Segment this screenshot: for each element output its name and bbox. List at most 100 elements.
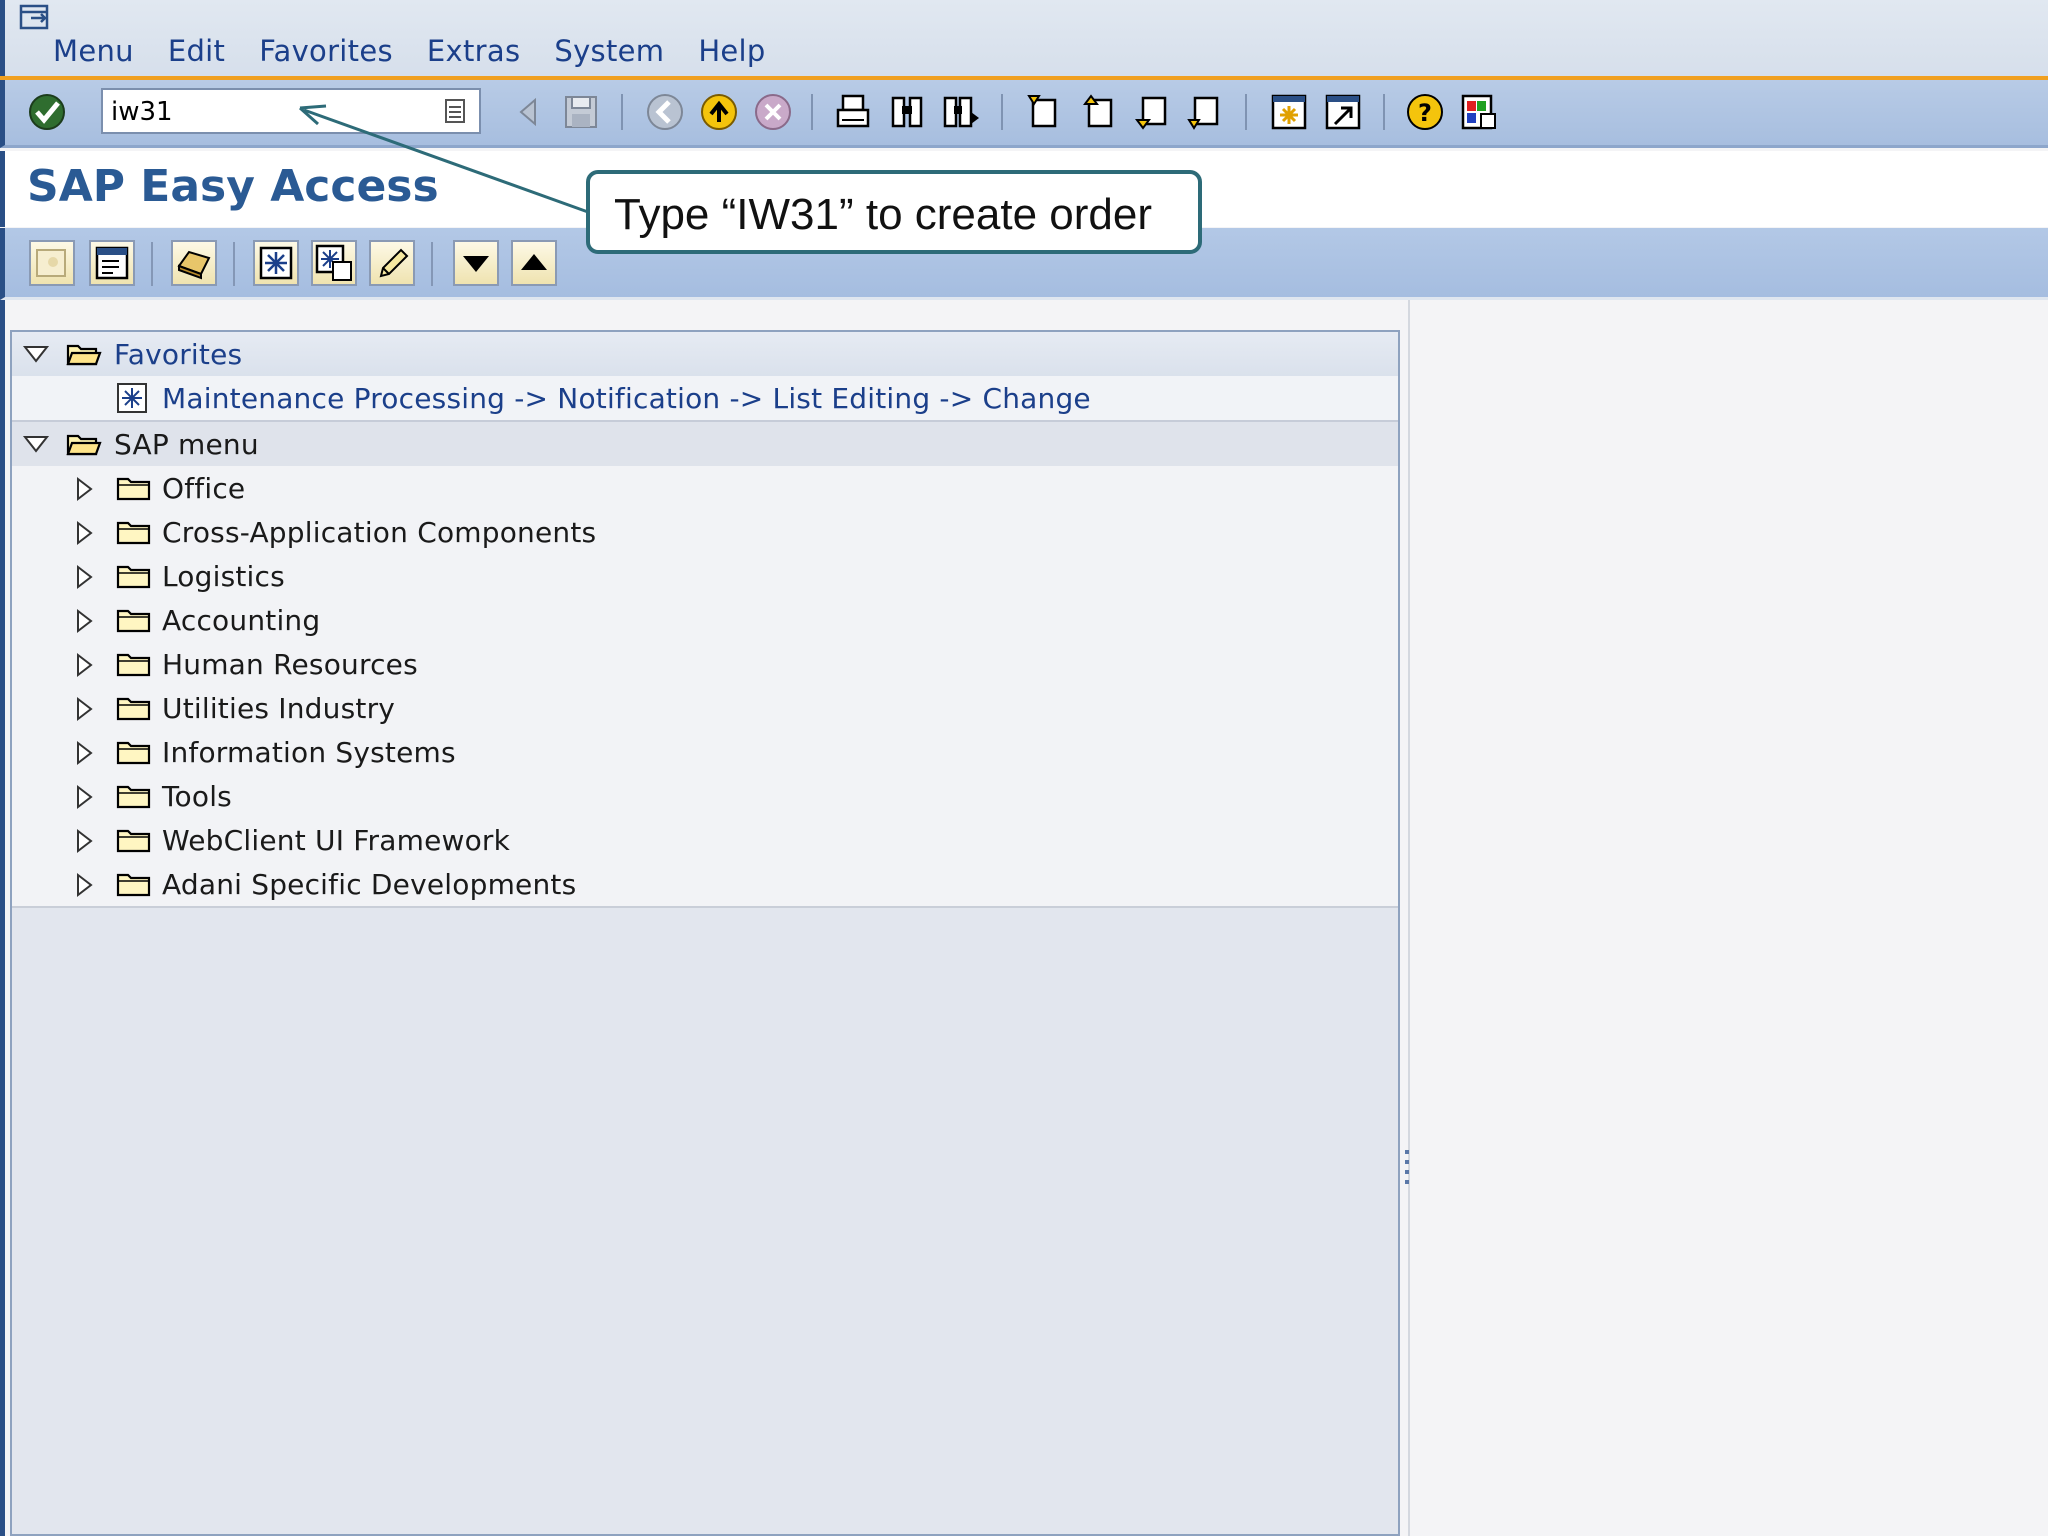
add-to-favorites-button[interactable] xyxy=(253,240,299,286)
menu-item-edit[interactable]: Edit xyxy=(168,34,225,68)
triangle-up-icon xyxy=(521,254,547,270)
expand-triangle-icon[interactable] xyxy=(74,828,94,854)
menu-item-extras[interactable]: Extras xyxy=(427,34,520,68)
toolbar-separator xyxy=(431,242,433,286)
expand-triangle-icon[interactable] xyxy=(74,564,94,590)
callout-text: Type “IW31” to create order xyxy=(614,190,1152,239)
folder-icon xyxy=(116,829,151,853)
tree-node-label: Utilities Industry xyxy=(162,692,396,725)
sap-business-workplace-button[interactable] xyxy=(171,240,217,286)
splitter-handle-icon[interactable] xyxy=(1404,1148,1410,1192)
pencil-icon xyxy=(379,248,409,278)
exit-icon[interactable] xyxy=(699,92,739,132)
back-arrow-icon[interactable] xyxy=(507,92,547,132)
tree-node-sap-item[interactable]: Human Resources xyxy=(12,642,1398,686)
tree-node-label: Information Systems xyxy=(162,736,456,769)
toolbar-separator xyxy=(233,242,235,286)
tree-node-sap-item[interactable]: Accounting xyxy=(12,598,1398,642)
folder-icon xyxy=(116,741,151,765)
page-title: SAP Easy Access xyxy=(27,161,439,212)
toolbar-separator xyxy=(1001,94,1003,130)
expand-triangle-icon[interactable] xyxy=(74,740,94,766)
next-page-icon[interactable] xyxy=(1131,92,1171,132)
move-down-button[interactable] xyxy=(453,240,499,286)
tree-node-label: Adani Specific Developments xyxy=(162,868,577,901)
folder-icon xyxy=(116,477,151,501)
toolbar-separator xyxy=(811,94,813,130)
menu-item-favorites[interactable]: Favorites xyxy=(259,34,393,68)
find-next-icon[interactable] xyxy=(941,92,981,132)
svg-text:?: ? xyxy=(1418,99,1432,127)
previous-page-icon[interactable] xyxy=(1077,92,1117,132)
favorites-label: Favorites xyxy=(114,338,243,371)
customize-layout-icon[interactable] xyxy=(1459,92,1499,132)
sap-menu-label: SAP menu xyxy=(114,428,259,461)
menu-item-help[interactable]: Help xyxy=(698,34,765,68)
edit-favorites-button[interactable] xyxy=(369,240,415,286)
last-page-icon[interactable] xyxy=(1185,92,1225,132)
enter-check-icon[interactable] xyxy=(27,92,67,132)
tree-node-sap-menu[interactable]: SAP menu xyxy=(12,420,1398,468)
tree-node-sap-item[interactable]: Tools xyxy=(12,774,1398,818)
collapse-triangle-icon[interactable] xyxy=(22,344,50,364)
tree-node-label: WebClient UI Framework xyxy=(162,824,511,857)
tree-node-favorites[interactable]: Favorites xyxy=(12,332,1398,378)
tree-node-sap-item[interactable]: Adani Specific Developments xyxy=(12,862,1398,906)
instruction-callout: Type “IW31” to create order xyxy=(586,170,1202,254)
inbox-icon xyxy=(177,250,211,280)
expand-triangle-icon[interactable] xyxy=(74,872,94,898)
favorite-item-label: Maintenance Processing -> Notification -… xyxy=(162,382,1091,415)
back-icon[interactable] xyxy=(645,92,685,132)
folder-icon xyxy=(116,697,151,721)
help-icon[interactable]: ? xyxy=(1405,92,1445,132)
expand-triangle-icon[interactable] xyxy=(74,696,94,722)
menu-item-menu[interactable]: Menu xyxy=(53,34,134,68)
change-favorites-button[interactable] xyxy=(311,240,357,286)
tree-node-sap-item[interactable]: Utilities Industry xyxy=(12,686,1398,730)
folder-icon xyxy=(116,565,151,589)
menu-bar: Menu Edit Favorites Extras System Help xyxy=(0,0,2048,76)
folder-icon xyxy=(116,609,151,633)
print-icon[interactable] xyxy=(833,92,873,132)
command-field[interactable] xyxy=(101,88,481,134)
tree-node-sap-item[interactable]: WebClient UI Framework xyxy=(12,818,1398,862)
cancel-icon[interactable] xyxy=(753,92,793,132)
create-session-icon[interactable] xyxy=(1269,92,1309,132)
folder-icon xyxy=(116,521,151,545)
first-page-icon[interactable] xyxy=(1023,92,1063,132)
system-menu-icon[interactable] xyxy=(15,2,55,32)
toolbar-separator xyxy=(1383,94,1385,130)
tree-node-label: Accounting xyxy=(162,604,321,637)
expand-triangle-icon[interactable] xyxy=(74,520,94,546)
folder-icon xyxy=(116,653,151,677)
tree-node-sap-item[interactable]: Information Systems xyxy=(12,730,1398,774)
save-icon[interactable] xyxy=(561,92,601,132)
expand-triangle-icon[interactable] xyxy=(74,652,94,678)
tree-node-label: Logistics xyxy=(162,560,285,593)
expand-triangle-icon[interactable] xyxy=(74,784,94,810)
change-favorite-icon xyxy=(315,244,352,281)
expand-triangle-icon[interactable] xyxy=(74,608,94,634)
collapse-triangle-icon[interactable] xyxy=(22,434,50,454)
command-history-icon[interactable] xyxy=(441,96,469,126)
open-folder-icon xyxy=(66,344,102,366)
folder-icon xyxy=(116,785,151,809)
find-icon[interactable] xyxy=(887,92,927,132)
tree-node-sap-item[interactable]: Logistics xyxy=(12,554,1398,598)
standard-toolbar: ? xyxy=(0,80,2048,148)
sap-menu-button[interactable] xyxy=(89,240,135,286)
expand-triangle-icon[interactable] xyxy=(74,476,94,502)
favorite-item-maintenance-processing[interactable]: Maintenance Processing -> Notification -… xyxy=(12,376,1398,420)
tree-node-sap-item[interactable]: Cross-Application Components xyxy=(12,510,1398,554)
menu-item-system[interactable]: System xyxy=(554,34,664,68)
tree-node-label: Human Resources xyxy=(162,648,418,681)
shortcut-icon[interactable] xyxy=(1323,92,1363,132)
tree-node-label: Office xyxy=(162,472,246,505)
move-up-button[interactable] xyxy=(511,240,557,286)
user-menu-button[interactable] xyxy=(29,240,75,286)
toolbar-separator xyxy=(1245,94,1247,130)
tree-node-label: Cross-Application Components xyxy=(162,516,597,549)
open-folder-icon xyxy=(66,434,102,456)
triangle-down-icon xyxy=(463,256,489,272)
tree-node-sap-item[interactable]: Office xyxy=(12,466,1398,510)
